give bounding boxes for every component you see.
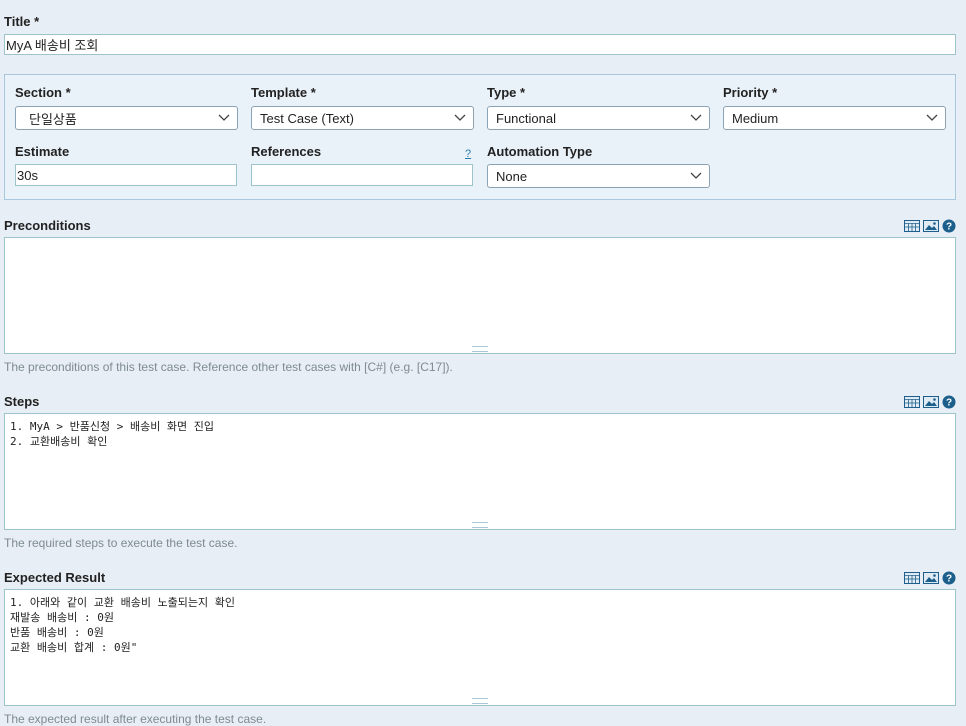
section-value: 단일상품 [29, 111, 77, 127]
resize-handle[interactable] [472, 698, 488, 704]
chevron-down-icon [926, 114, 938, 121]
preconditions-toolbar: ? [904, 219, 956, 233]
estimate-input[interactable]: 30s [15, 164, 237, 186]
resize-handle[interactable] [472, 346, 488, 352]
case-fields-panel: Section * 단일상품 Template * Test Case (Tex… [4, 74, 956, 200]
svg-text:?: ? [946, 398, 952, 409]
svg-text:?: ? [946, 574, 952, 585]
type-select[interactable]: Functional [487, 106, 710, 130]
references-input[interactable] [251, 164, 473, 186]
table-icon[interactable] [904, 219, 920, 233]
steps-toolbar: ? [904, 395, 956, 409]
chevron-down-icon [690, 114, 702, 121]
priority-label: Priority * [723, 85, 778, 100]
chevron-down-icon [454, 114, 466, 121]
expected-result-text: 1. 아래와 같이 교환 배송비 노출되는지 확인 재발송 배송비 : 0원 반… [10, 596, 236, 654]
title-label: Title * [4, 14, 40, 29]
template-select[interactable]: Test Case (Text) [251, 106, 474, 130]
references-label: References [251, 144, 322, 159]
template-value: Test Case (Text) [260, 110, 354, 126]
expected-result-toolbar: ? [904, 571, 956, 585]
steps-hint: The required steps to execute the test c… [4, 536, 238, 550]
references-help-link[interactable]: ? [465, 148, 471, 160]
steps-label: Steps [4, 394, 40, 409]
help-icon[interactable]: ? [942, 219, 956, 233]
chevron-down-icon [690, 172, 702, 179]
image-icon[interactable] [923, 395, 939, 409]
steps-textarea[interactable]: 1. MyA > 반품신청 > 배송비 화면 진입 2. 교환배송비 확인 [4, 413, 956, 530]
type-value: Functional [496, 110, 556, 126]
help-icon[interactable]: ? [942, 571, 956, 585]
priority-value: Medium [732, 110, 779, 126]
automation-type-value: None [496, 168, 528, 184]
chevron-down-icon [218, 114, 230, 121]
expected-result-label: Expected Result [4, 570, 106, 585]
steps-text: 1. MyA > 반품신청 > 배송비 화면 진입 2. 교환배송비 확인 [10, 420, 215, 448]
expected-result-textarea[interactable]: 1. 아래와 같이 교환 배송비 노출되는지 확인 재발송 배송비 : 0원 반… [4, 589, 956, 706]
help-icon[interactable]: ? [942, 395, 956, 409]
automation-type-select[interactable]: None [487, 164, 710, 188]
table-icon[interactable] [904, 571, 920, 585]
title-input[interactable]: MyA 배송비 조회 [4, 34, 956, 55]
resize-handle[interactable] [472, 522, 488, 528]
svg-text:?: ? [946, 222, 952, 233]
type-label: Type * [487, 85, 526, 100]
section-label: Section * [15, 85, 71, 100]
priority-select[interactable]: Medium [723, 106, 946, 130]
image-icon[interactable] [923, 219, 939, 233]
image-icon[interactable] [923, 571, 939, 585]
automation-type-label: Automation Type [487, 144, 593, 159]
estimate-label: Estimate [15, 144, 70, 159]
section-select[interactable]: 단일상품 [15, 106, 238, 130]
table-icon[interactable] [904, 395, 920, 409]
preconditions-label: Preconditions [4, 218, 91, 233]
template-label: Template * [251, 85, 316, 100]
preconditions-textarea[interactable] [4, 237, 956, 354]
preconditions-hint: The preconditions of this test case. Ref… [4, 360, 453, 374]
